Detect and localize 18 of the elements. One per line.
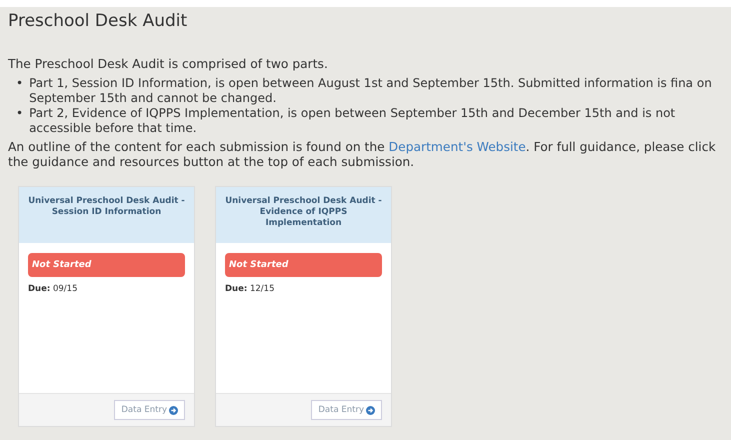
arrow-circle-icon xyxy=(169,406,178,414)
intro-text: The Preschool Desk Audit is comprised of two parts. xyxy=(8,57,329,72)
arrow-circle-icon xyxy=(366,406,375,414)
status-banner: Not Started xyxy=(28,253,185,277)
outline-text: An outline of the content for each submission is found on the Department's Website. For full guidance, please click the guidance and resources button at the top of each submission. xyxy=(8,140,717,170)
bullet-text: Part 2, Evidence of IQPPS Implementation, is open between September 15th and December 15th and is not accessible before that time. xyxy=(29,106,676,136)
website-link[interactable]: Department's Website xyxy=(388,140,526,154)
data-entry-button[interactable]: Data Entry xyxy=(311,400,382,420)
data-entry-button[interactable]: Data Entry xyxy=(114,400,185,420)
page-title: Preschool Desk Audit xyxy=(8,11,188,31)
due-date: Due: 09/15 xyxy=(28,284,78,294)
due-date: Due: 12/15 xyxy=(225,284,276,294)
card-title: Universal Preschool Desk Audit - Evidence of IQPPS Implementation xyxy=(216,187,391,243)
bullet-marker: • xyxy=(16,106,24,122)
status-banner: Not Started xyxy=(225,253,382,277)
card-title: Universal Preschool Desk Audit - Session ID Information xyxy=(19,187,194,243)
bullet-marker: • xyxy=(16,76,24,92)
bullet-text: Part 1, Session ID Information, is open between August 1st and September 15th. Submitted information is fina on September 15th and cannot be changed. xyxy=(29,76,713,106)
